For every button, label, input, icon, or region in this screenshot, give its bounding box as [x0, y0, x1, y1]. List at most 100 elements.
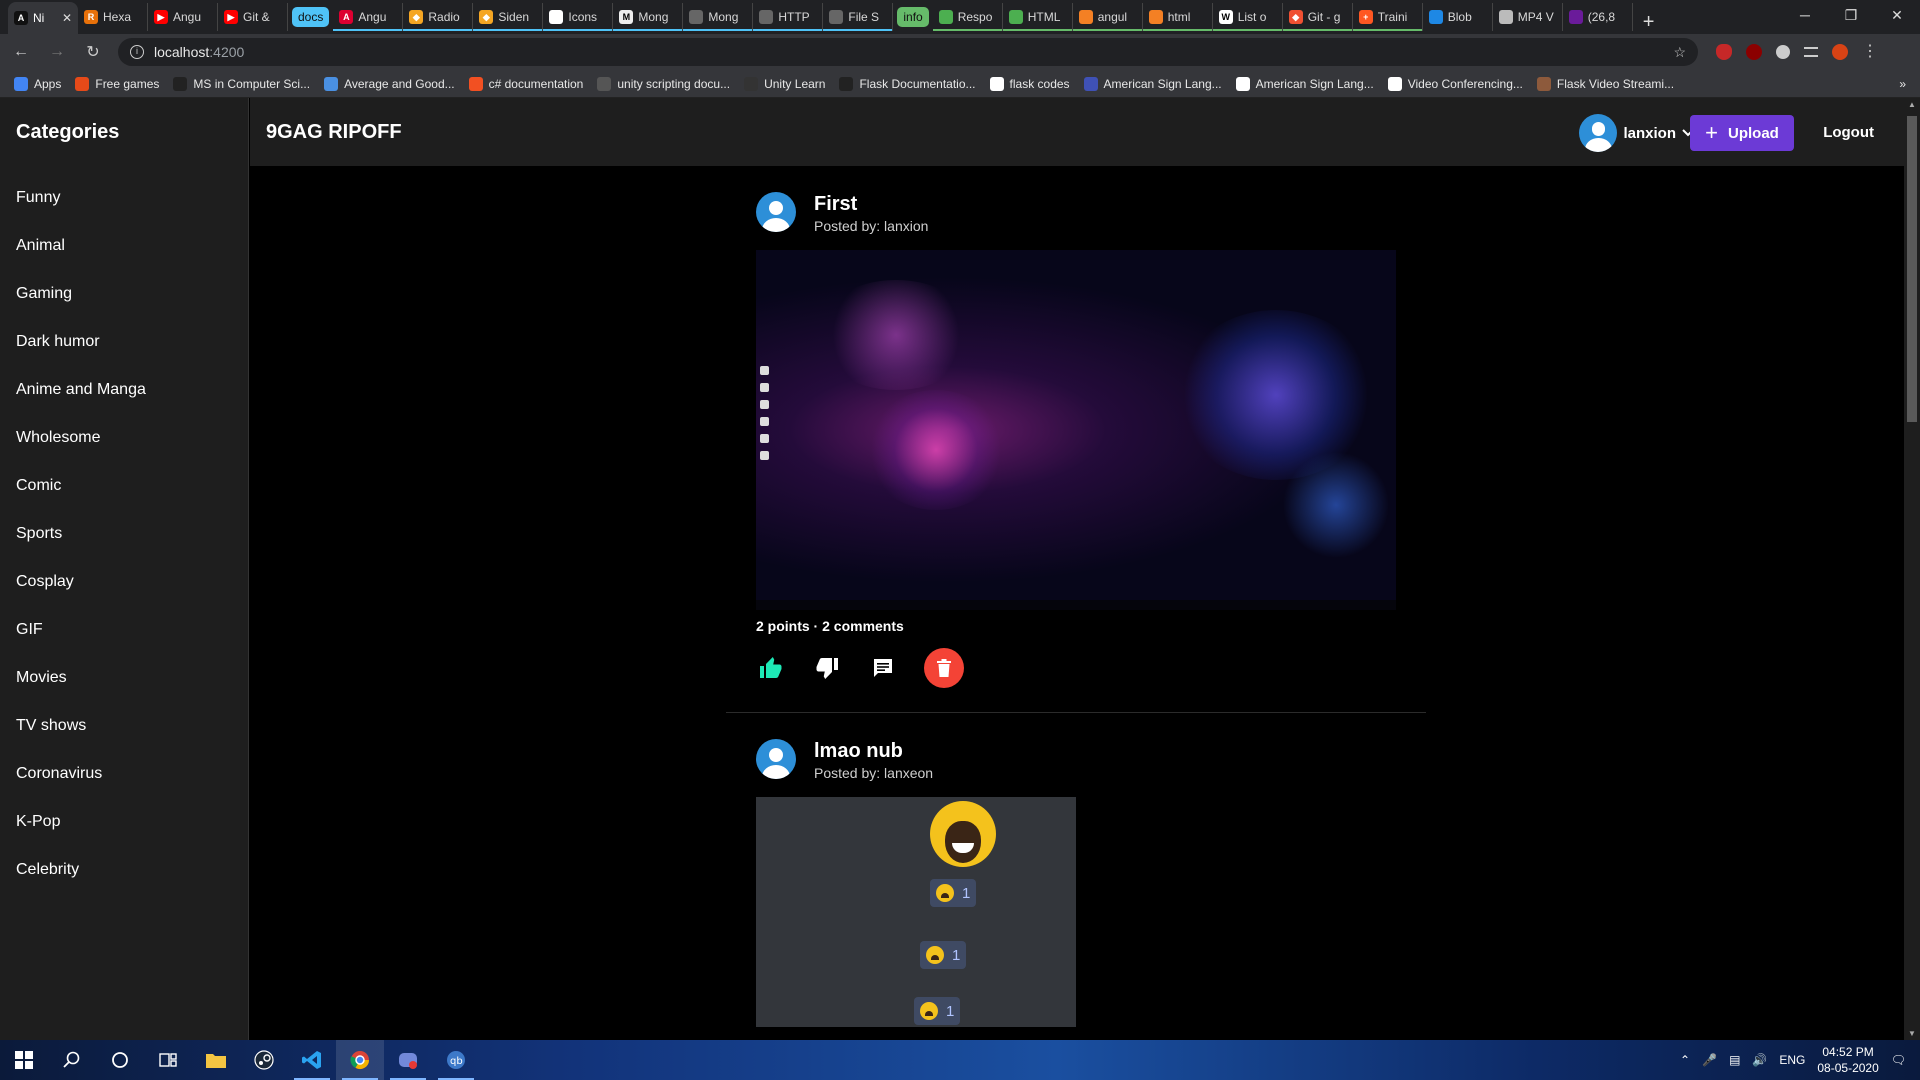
bookmark-item[interactable]: Average and Good...	[324, 76, 455, 91]
browser-tab[interactable]: ◆ Radio	[403, 3, 474, 31]
browser-tab[interactable]: ▶ Git &	[218, 3, 288, 31]
browser-tab[interactable]: angul	[1072, 3, 1143, 31]
bookmark-star-icon[interactable]: ☆	[1673, 44, 1686, 61]
browser-tab[interactable]: ◆ Git - g	[1282, 3, 1353, 31]
category-item[interactable]: Dark humor	[0, 318, 248, 366]
bookmark-item[interactable]: flask codes	[989, 76, 1070, 91]
browser-tab[interactable]: html	[1142, 3, 1213, 31]
browser-tab[interactable]: Mong	[683, 3, 754, 31]
reload-icon[interactable]: ↻	[78, 42, 108, 62]
clock[interactable]: 04:52 PM 08-05-2020	[1817, 1044, 1878, 1076]
forward-icon[interactable]: →	[42, 43, 72, 61]
bookmarks-overflow-icon[interactable]: »	[1899, 77, 1920, 91]
adblock-extension-icon[interactable]	[1716, 44, 1732, 60]
category-item[interactable]: Celebrity	[0, 846, 248, 894]
windows-start-icon[interactable]	[0, 1040, 48, 1080]
category-item[interactable]: Wholesome	[0, 414, 248, 462]
brand-title[interactable]: 9GAG RIPOFF	[266, 121, 402, 144]
bookmark-item[interactable]: Unity Learn	[744, 76, 825, 91]
scrollbar-thumb[interactable]	[1907, 116, 1917, 422]
search-icon[interactable]	[48, 1040, 96, 1080]
logout-button[interactable]: Logout	[1823, 124, 1874, 141]
category-item[interactable]: Comic	[0, 462, 248, 510]
browser-tab[interactable]: Blob	[1423, 3, 1493, 31]
post-title[interactable]: lmao nub	[814, 739, 933, 763]
browser-tab[interactable]: W List o	[1212, 3, 1283, 31]
bookmark-item[interactable]: unity scripting docu...	[597, 76, 730, 91]
category-item[interactable]: Coronavirus	[0, 750, 248, 798]
back-icon[interactable]: ←	[6, 43, 36, 61]
post-image[interactable]: 1 1 1	[756, 797, 1076, 1027]
category-item[interactable]: Cosplay	[0, 558, 248, 606]
post-image[interactable]	[756, 250, 1396, 610]
network-icon[interactable]: ▤	[1729, 1053, 1740, 1067]
delete-post-button[interactable]	[924, 648, 964, 688]
category-item[interactable]: Sports	[0, 510, 248, 558]
scroll-up-icon[interactable]: ▲	[1904, 100, 1920, 109]
browser-tab[interactable]: (26,8	[1563, 3, 1633, 31]
tab-group-chip[interactable]: info	[897, 7, 929, 27]
address-bar[interactable]: i localhost:4200 ☆	[118, 38, 1698, 66]
discord-icon[interactable]	[384, 1040, 432, 1080]
qbittorrent-icon[interactable]: qb	[432, 1040, 480, 1080]
category-item[interactable]: TV shows	[0, 702, 248, 750]
steam-icon[interactable]	[240, 1040, 288, 1080]
menu-kebab-icon[interactable]: ⋮	[1862, 44, 1878, 60]
browser-tab[interactable]: HTML	[1002, 3, 1073, 31]
browser-tab[interactable]: Respo	[932, 3, 1003, 31]
category-item[interactable]: Animal	[0, 222, 248, 270]
task-view-icon[interactable]	[144, 1040, 192, 1080]
bookmark-item[interactable]: Apps	[14, 76, 61, 91]
action-center-icon[interactable]: 🗨	[1891, 1053, 1906, 1067]
bookmark-item[interactable]: c# documentation	[468, 76, 583, 91]
minimize-button[interactable]: ─	[1782, 0, 1828, 30]
scroll-down-icon[interactable]: ▼	[1904, 1029, 1920, 1038]
upvote-button[interactable]	[756, 653, 786, 683]
browser-tab[interactable]: R Hexa	[78, 3, 148, 31]
tab-group-chip[interactable]: docs	[292, 7, 330, 27]
ublock-extension-icon[interactable]	[1746, 44, 1762, 60]
close-window-button[interactable]: ✕	[1874, 0, 1920, 30]
show-hidden-icons-icon[interactable]: ⌃	[1680, 1053, 1690, 1067]
microphone-icon[interactable]: 🎤	[1702, 1053, 1717, 1067]
cortana-icon[interactable]	[96, 1040, 144, 1080]
browser-tab[interactable]: Icons	[543, 3, 614, 31]
bookmark-item[interactable]: American Sign Lang...	[1083, 76, 1222, 91]
bookmark-item[interactable]: Flask Documentatio...	[839, 76, 976, 91]
browser-tab[interactable]: ▶ Angu	[148, 3, 218, 31]
category-item[interactable]: Movies	[0, 654, 248, 702]
browser-tab[interactable]: MP4 V	[1493, 3, 1563, 31]
site-info-icon[interactable]: i	[130, 45, 144, 59]
browser-tab[interactable]: + Traini	[1352, 3, 1423, 31]
new-tab-button[interactable]: +	[1633, 11, 1665, 34]
bookmark-item[interactable]: Free games	[75, 76, 159, 91]
user-menu[interactable]: lanxion	[1579, 114, 1694, 152]
browser-tab[interactable]: File S	[823, 3, 894, 31]
category-item[interactable]: Funny	[0, 174, 248, 222]
bookmark-item[interactable]: MS in Computer Sci...	[173, 76, 310, 91]
page-scrollbar[interactable]: ▲ ▼	[1904, 98, 1920, 1040]
category-item[interactable]: K-Pop	[0, 798, 248, 846]
browser-tab[interactable]: A Angu	[333, 3, 404, 31]
category-item[interactable]: Gaming	[0, 270, 248, 318]
browser-tab[interactable]: M Mong	[613, 3, 684, 31]
media-control-icon[interactable]	[1804, 47, 1818, 57]
downvote-button[interactable]	[812, 653, 842, 683]
browser-tab[interactable]: HTTP	[753, 3, 824, 31]
language-indicator[interactable]: ENG	[1779, 1053, 1805, 1067]
volume-icon[interactable]: 🔊	[1752, 1053, 1767, 1067]
bookmark-item[interactable]: American Sign Lang...	[1235, 76, 1374, 91]
comment-button[interactable]	[868, 653, 898, 683]
vscode-icon[interactable]	[288, 1040, 336, 1080]
category-item[interactable]: GIF	[0, 606, 248, 654]
profile-avatar[interactable]	[1832, 44, 1848, 60]
category-item[interactable]: Anime and Manga	[0, 366, 248, 414]
maximize-button[interactable]: ❐	[1828, 0, 1874, 30]
upload-button[interactable]: + Upload	[1690, 115, 1794, 151]
file-explorer-icon[interactable]	[192, 1040, 240, 1080]
browser-tab[interactable]: A Ni ✕	[8, 2, 78, 34]
browser-tab[interactable]: ◆ Siden	[473, 3, 544, 31]
bookmark-item[interactable]: Video Conferencing...	[1387, 76, 1523, 91]
bookmark-item[interactable]: Flask Video Streami...	[1536, 76, 1674, 91]
tab-close-icon[interactable]: ✕	[62, 11, 72, 25]
